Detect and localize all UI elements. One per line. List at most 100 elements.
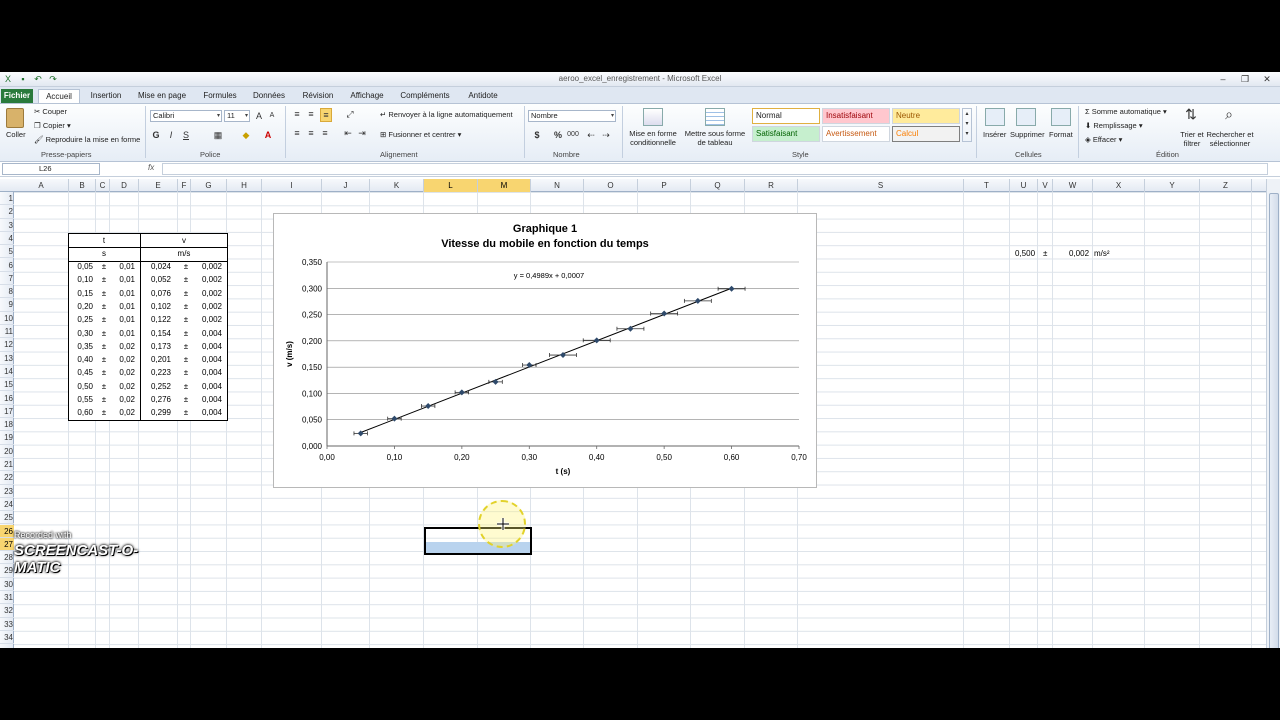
- tab-antidote[interactable]: Antidote: [463, 89, 503, 103]
- row-header-12[interactable]: 12: [0, 338, 14, 352]
- font-color-icon[interactable]: A: [262, 129, 274, 141]
- clear-button[interactable]: ◈ Effacer ▾: [1085, 135, 1122, 144]
- cell-v[interactable]: 0,076: [141, 289, 171, 298]
- cell-t[interactable]: 0,35: [63, 342, 93, 351]
- cell-dt[interactable]: 0,01: [105, 289, 135, 298]
- column-header-w[interactable]: W: [1053, 179, 1093, 192]
- tab-affichage[interactable]: Affichage: [347, 89, 387, 103]
- name-box[interactable]: L26: [2, 163, 100, 175]
- row-header-24[interactable]: 24: [0, 498, 14, 512]
- cell-v[interactable]: 0,173: [141, 342, 171, 351]
- cell-v[interactable]: 0,252: [141, 382, 171, 391]
- row-header-28[interactable]: 28: [0, 551, 14, 565]
- shrink-font-icon[interactable]: A: [267, 110, 277, 122]
- cell-v[interactable]: 0,276: [141, 395, 171, 404]
- merge-center-button[interactable]: ⊞ Fusionner et centrer ▾: [380, 130, 461, 139]
- column-header-t[interactable]: T: [964, 179, 1010, 192]
- close-icon[interactable]: ✕: [1256, 72, 1278, 86]
- tab-revision[interactable]: Révision: [298, 89, 338, 103]
- column-header-g[interactable]: G: [191, 179, 227, 192]
- cell-dt[interactable]: 0,01: [105, 302, 135, 311]
- cell-dv[interactable]: 0,002: [192, 315, 222, 324]
- delete-cells-icon[interactable]: [1016, 108, 1036, 126]
- styles-scroll-icon[interactable]: ▴ ▾ ▾: [962, 108, 972, 142]
- style-normal[interactable]: Normal: [752, 108, 820, 124]
- tab-accueil[interactable]: Accueil: [38, 89, 80, 103]
- cell-dv[interactable]: 0,004: [192, 342, 222, 351]
- style-avertissement[interactable]: Avertissement: [822, 126, 890, 142]
- align-bottom-icon[interactable]: ≡: [320, 108, 332, 122]
- column-header-b[interactable]: B: [69, 179, 96, 192]
- tab-fichier[interactable]: Fichier: [1, 89, 33, 103]
- cell-dv[interactable]: 0,002: [192, 289, 222, 298]
- cell-v[interactable]: 0,024: [141, 262, 171, 271]
- style-calcul[interactable]: Calcul: [892, 126, 960, 142]
- align-center-icon[interactable]: ≡: [306, 127, 316, 139]
- row-header-11[interactable]: 11: [0, 325, 14, 339]
- decrease-decimal-icon[interactable]: ⇢: [600, 129, 612, 141]
- cell-t[interactable]: 0,40: [63, 355, 93, 364]
- chart[interactable]: Graphique 1 Vitesse du mobile en fonction…: [273, 213, 817, 488]
- column-header-n[interactable]: N: [531, 179, 584, 192]
- row-header-4[interactable]: 4: [0, 232, 14, 246]
- align-left-icon[interactable]: ≡: [292, 127, 302, 139]
- tab-mise-en-page[interactable]: Mise en page: [136, 89, 188, 103]
- slope-error[interactable]: 0,002: [1069, 249, 1089, 258]
- column-header-j[interactable]: J: [322, 179, 370, 192]
- column-header-u[interactable]: U: [1010, 179, 1038, 192]
- minimize-icon[interactable]: –: [1212, 72, 1234, 86]
- conditional-format-button[interactable]: Mise en forme conditionnelle: [626, 129, 680, 147]
- cell-v[interactable]: 0,201: [141, 355, 171, 364]
- number-format-combo[interactable]: Nombre ▾: [528, 110, 616, 122]
- wrap-text-button[interactable]: ↵ Renvoyer à la ligne automatiquement: [380, 110, 513, 119]
- format-as-table-icon[interactable]: [705, 108, 725, 126]
- row-header-21[interactable]: 21: [0, 458, 14, 472]
- align-top-icon[interactable]: ≡: [292, 108, 302, 120]
- row-header-1[interactable]: 1: [0, 192, 14, 206]
- cell-v[interactable]: 0,299: [141, 408, 171, 417]
- row-header-7[interactable]: 7: [0, 272, 14, 286]
- cell-v[interactable]: 0,122: [141, 315, 171, 324]
- style-insatisfaisant[interactable]: Insatisfaisant: [822, 108, 890, 124]
- cell-dt[interactable]: 0,02: [105, 355, 135, 364]
- cell-t[interactable]: 0,30: [63, 329, 93, 338]
- slope-unit[interactable]: m/s²: [1094, 249, 1110, 258]
- cell-dt[interactable]: 0,02: [105, 408, 135, 417]
- font-size-combo[interactable]: 11 ▾: [224, 110, 250, 122]
- column-header-y[interactable]: Y: [1145, 179, 1200, 192]
- cell-t[interactable]: 0,60: [63, 408, 93, 417]
- cell-v[interactable]: 0,102: [141, 302, 171, 311]
- row-header-18[interactable]: 18: [0, 418, 14, 432]
- cell-dv[interactable]: 0,002: [192, 275, 222, 284]
- underline-button[interactable]: S: [181, 129, 191, 141]
- tab-donnees[interactable]: Données: [251, 89, 287, 103]
- row-header-23[interactable]: 23: [0, 485, 14, 498]
- row-header-13[interactable]: 13: [0, 352, 14, 365]
- unit-t[interactable]: s: [94, 249, 114, 258]
- format-cells-icon[interactable]: [1051, 108, 1071, 126]
- paste-button[interactable]: Coller: [6, 130, 26, 139]
- scrollbar-thumb[interactable]: [1269, 193, 1279, 648]
- percent-button[interactable]: %: [553, 129, 563, 141]
- style-neutre[interactable]: Neutre: [892, 108, 960, 124]
- sort-filter-button[interactable]: Trier et filtrer: [1177, 130, 1207, 148]
- column-header-i[interactable]: I: [262, 179, 322, 192]
- row-header-19[interactable]: 19: [0, 431, 14, 445]
- row-header-29[interactable]: 29: [0, 564, 14, 578]
- column-header-r[interactable]: R: [745, 179, 798, 192]
- row-header-15[interactable]: 15: [0, 378, 14, 392]
- row-header-27[interactable]: 27: [0, 537, 14, 552]
- cut-button[interactable]: ✂ Couper: [34, 107, 67, 116]
- row-header-31[interactable]: 31: [0, 591, 14, 605]
- borders-icon[interactable]: ▦: [212, 129, 224, 141]
- cell-t[interactable]: 0,10: [63, 275, 93, 284]
- column-header-z[interactable]: Z: [1200, 179, 1252, 192]
- row-header-6[interactable]: 6: [0, 259, 14, 272]
- column-header-v[interactable]: V: [1038, 179, 1053, 192]
- cell-dv[interactable]: 0,002: [192, 302, 222, 311]
- tab-formules[interactable]: Formules: [199, 89, 241, 103]
- cell-dt[interactable]: 0,01: [105, 262, 135, 271]
- column-header-s[interactable]: S: [798, 179, 964, 192]
- cell-dt[interactable]: 0,01: [105, 275, 135, 284]
- grow-font-icon[interactable]: A: [254, 110, 264, 122]
